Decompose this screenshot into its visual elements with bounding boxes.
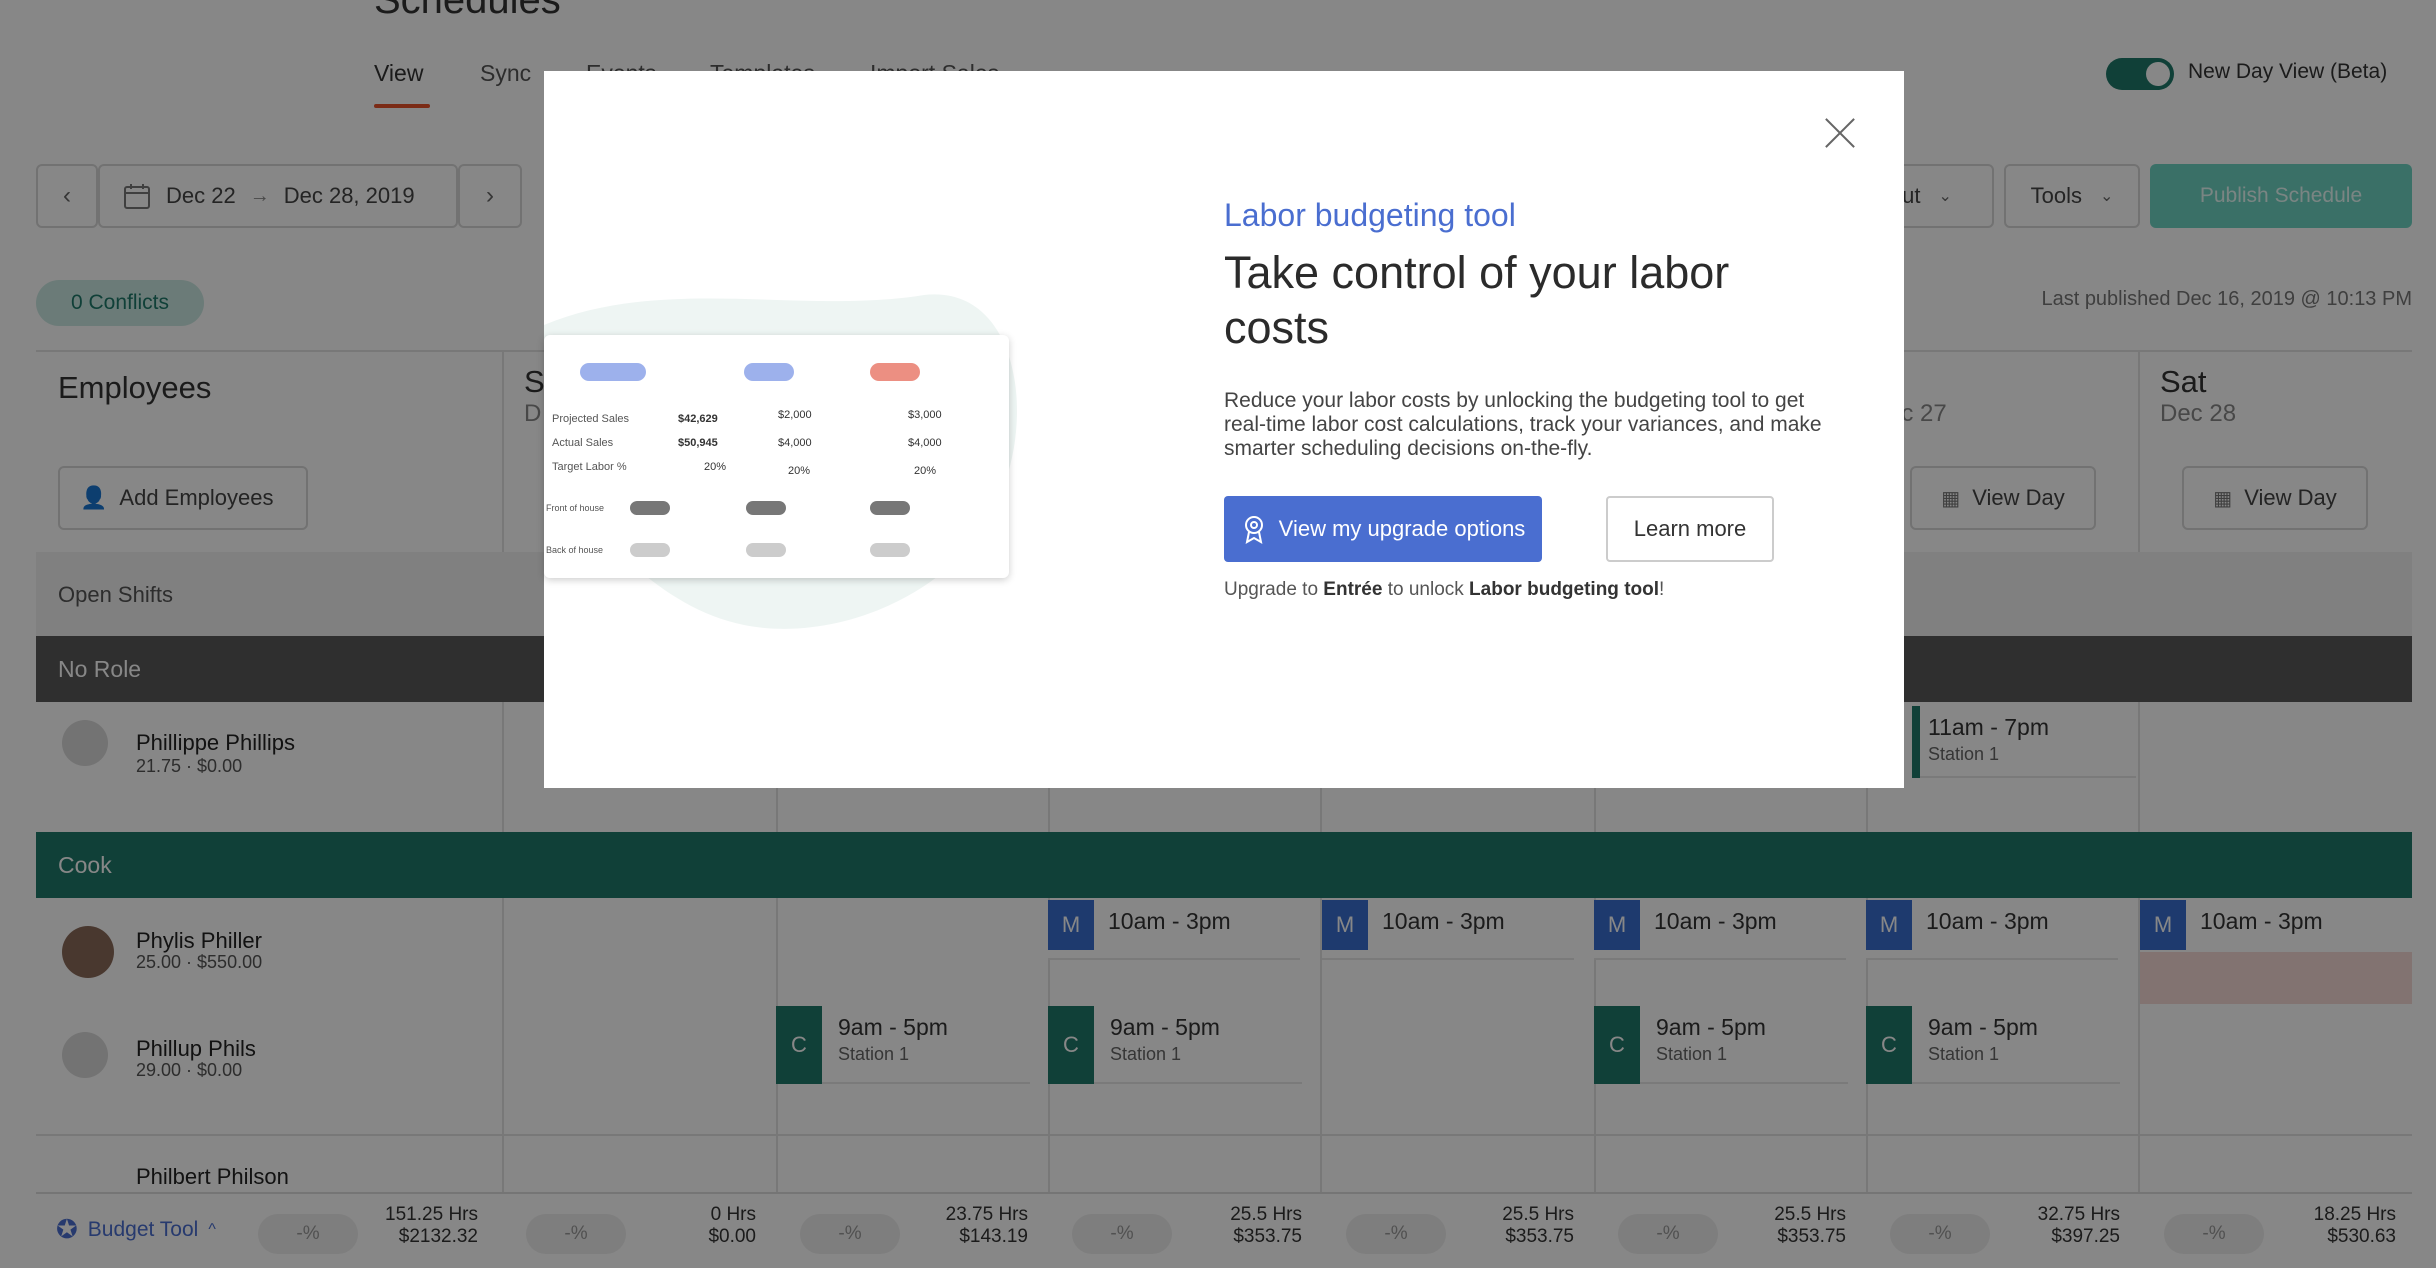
illustration-label: Back of house [546, 545, 604, 555]
illustration-pill [580, 363, 646, 381]
badge-icon [1244, 516, 1263, 544]
view-upgrade-options-label: View my upgrade options [1278, 516, 1526, 541]
budget-preview-illustration: Projected Sales $42,629 $2,000 $3,000 Ac… [544, 335, 1009, 578]
illustration-value: $4,000 [908, 437, 942, 449]
modal-body: Reduce your labor costs by unlocking the… [1224, 389, 1822, 460]
illustration-value: $3,000 [908, 409, 942, 421]
foot-suffix: ! [1659, 579, 1665, 600]
illustration-pill [870, 543, 910, 557]
illustration-pill [746, 501, 786, 515]
illustration-label: Actual Sales [552, 437, 614, 449]
illustration-value: $4,000 [778, 437, 812, 449]
foot-feature: Labor budgeting tool [1469, 579, 1660, 600]
illustration-label: Front of house [546, 503, 605, 513]
view-upgrade-options-button[interactable]: View my upgrade options [1224, 496, 1542, 562]
foot-prefix: Upgrade to [1224, 579, 1324, 600]
illustration-label: Target Labor % [552, 461, 627, 473]
illustration-pill [630, 501, 670, 515]
illustration-pill [630, 543, 670, 557]
foot-plan: Entrée [1323, 579, 1383, 600]
illustration-pill [870, 363, 920, 381]
illustration-value: $42,629 [678, 413, 718, 425]
close-icon[interactable] [1820, 113, 1860, 153]
modal-eyebrow: Labor budgeting tool [1224, 197, 1516, 233]
illustration-pill [744, 363, 794, 381]
foot-mid: to unlock [1382, 579, 1470, 600]
modal-title: Take control of your labor costs [1224, 247, 1730, 353]
upgrade-modal: Projected Sales $42,629 $2,000 $3,000 Ac… [544, 71, 1904, 788]
learn-more-button[interactable]: Learn more [1606, 496, 1774, 562]
illustration-pill [746, 543, 786, 557]
illustration-label: Projected Sales [552, 413, 630, 425]
illustration-value: 20% [704, 461, 727, 473]
illustration-pill [870, 501, 910, 515]
illustration-value: $50,945 [678, 437, 718, 449]
illustration-value: $2,000 [778, 409, 812, 421]
illustration-value: 20% [914, 465, 937, 477]
modal-footnote: Upgrade to Entrée to unlock Labor budget… [1224, 579, 1664, 601]
illustration-value: 20% [788, 465, 811, 477]
